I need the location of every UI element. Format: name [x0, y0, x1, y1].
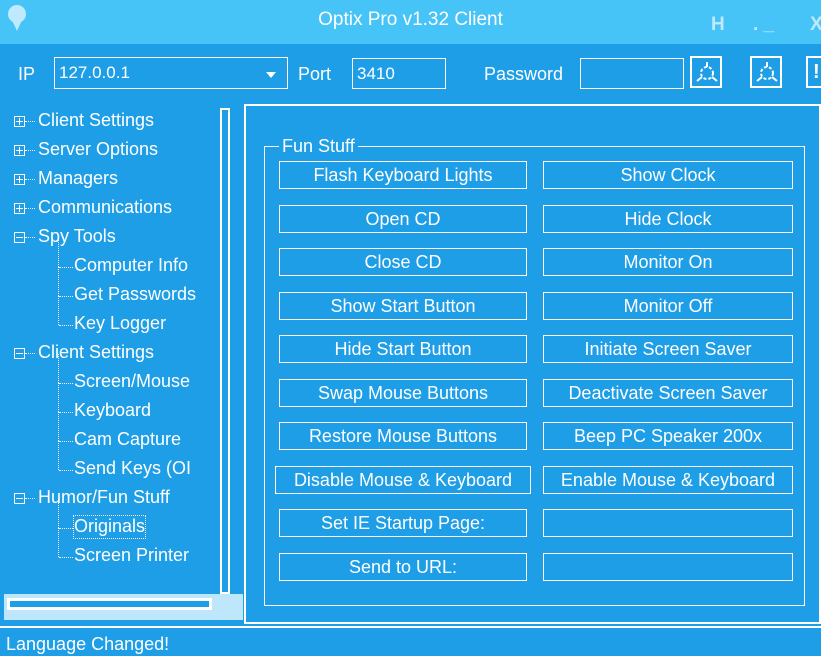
tree-connector — [25, 498, 35, 499]
tree-connector — [59, 296, 73, 297]
tree-item[interactable]: Client Settings — [38, 110, 154, 132]
password-input[interactable] — [580, 58, 684, 89]
tree-connector — [25, 208, 35, 209]
tree-connector — [58, 354, 59, 383]
sidebar-hscroll-thumb[interactable] — [7, 598, 212, 610]
tree-connector — [58, 238, 59, 267]
tree-item[interactable]: Screen/Mouse — [74, 371, 190, 393]
fun-button[interactable]: Close CD — [279, 248, 527, 276]
sidebar-vertical-scrollbar[interactable] — [213, 104, 243, 594]
fun-button[interactable]: Restore Mouse Buttons — [279, 422, 527, 450]
group-title: Fun Stuff — [279, 136, 358, 157]
tree-connector — [25, 353, 35, 354]
tree-connector — [59, 470, 73, 471]
tree-item[interactable]: Keyboard — [74, 400, 151, 422]
expand-plus-icon[interactable] — [14, 116, 25, 127]
password-label: Password — [484, 64, 564, 84]
connect-icon — [696, 62, 718, 82]
tree-item[interactable]: Managers — [38, 168, 118, 190]
port-input[interactable] — [352, 58, 446, 89]
connect-button[interactable] — [690, 56, 722, 88]
fun-button[interactable]: Set IE Startup Page: — [279, 509, 527, 537]
close-button[interactable]: X — [810, 14, 821, 36]
tree-connector — [59, 267, 73, 268]
expand-plus-icon[interactable] — [14, 174, 25, 185]
fun-button[interactable]: Swap Mouse Buttons — [279, 378, 527, 407]
tree-connector — [58, 441, 59, 470]
fun-stuff-group: Fun Stuff Flash Keyboard Lights Open CD Cl… — [264, 136, 805, 606]
expand-plus-icon[interactable] — [14, 203, 25, 214]
fun-button[interactable]: Show Clock — [543, 161, 793, 189]
fun-button[interactable]: Enable Mouse & Keyboard — [543, 465, 793, 494]
tree-item[interactable]: Computer Info — [74, 255, 188, 277]
fun-button[interactable]: Show Start Button — [279, 291, 527, 320]
sidebar-horizontal-scrollbar[interactable] — [4, 594, 243, 620]
tree-connector — [25, 150, 35, 151]
help-button[interactable]: H — [711, 14, 725, 36]
sidebar-scroll-thumb[interactable] — [220, 108, 230, 594]
fun-button[interactable]: Hide Clock — [543, 204, 793, 233]
tree-connector — [58, 412, 59, 441]
fun-button[interactable]: Flash Keyboard Lights — [279, 161, 527, 189]
info-button-label: ! — [813, 61, 820, 83]
collapse-minus-icon[interactable] — [14, 348, 25, 359]
tree-connector — [25, 121, 35, 122]
tree-connector — [59, 441, 73, 442]
fun-button[interactable]: Hide Start Button — [279, 335, 527, 363]
tree-item[interactable]: Communications — [38, 197, 172, 219]
tree-connector — [58, 499, 59, 528]
title-bar: Optix Pro v1.32 Client H . _ X — [0, 0, 821, 44]
fun-button[interactable]: Send to URL: — [279, 552, 527, 581]
disconnect-button[interactable] — [750, 56, 782, 88]
tree-connector — [59, 325, 73, 326]
status-bar: Language Changed! — [0, 626, 821, 656]
tree-item[interactable]: Originals — [72, 515, 147, 539]
fun-button[interactable]: Monitor Off — [543, 291, 793, 320]
window-title: Optix Pro v1.32 Client — [318, 9, 503, 30]
tree-connector — [58, 296, 59, 325]
tree-item[interactable]: Send Keys (OI — [74, 458, 191, 480]
tree-connector — [59, 528, 73, 529]
tree-item[interactable]: Cam Capture — [74, 429, 181, 451]
sidebar-tree[interactable]: Client Settings Server Options Managers Com… — [4, 104, 213, 594]
tree-item[interactable]: Get Passwords — [74, 284, 196, 306]
tree-item[interactable]: Server Options — [38, 139, 158, 161]
fun-button[interactable]: Deactivate Screen Saver — [543, 378, 793, 407]
tree-connector — [58, 528, 59, 557]
port-label: Port — [298, 64, 332, 84]
fun-button[interactable]: Open CD — [279, 204, 527, 233]
chevron-down-icon[interactable] — [266, 72, 276, 78]
ie-startup-input[interactable] — [543, 509, 793, 537]
tree-connector — [58, 267, 59, 296]
tree-item[interactable]: Screen Printer — [74, 545, 189, 567]
fun-button[interactable]: Monitor On — [543, 248, 793, 276]
status-text: Language Changed! — [6, 634, 170, 654]
ip-label: IP — [18, 64, 36, 84]
collapse-minus-icon[interactable] — [14, 232, 25, 243]
tree-item[interactable]: Spy Tools — [38, 226, 116, 248]
fun-button[interactable]: Beep PC Speaker 200x — [543, 422, 793, 450]
tree-item[interactable]: Client Settings — [38, 342, 154, 364]
ip-input[interactable] — [54, 57, 288, 89]
minimize-button[interactable]: . _ — [753, 14, 774, 36]
tree-connector — [59, 412, 73, 413]
fun-button[interactable]: Disable Mouse & Keyboard — [275, 465, 531, 494]
tree-connector — [59, 557, 73, 558]
collapse-minus-icon[interactable] — [14, 493, 25, 504]
tree-connector — [59, 383, 73, 384]
tree-connector — [25, 237, 35, 238]
url-input[interactable] — [543, 552, 793, 581]
tree-connector — [25, 179, 35, 180]
tree-connector — [58, 383, 59, 412]
main-panel: Fun Stuff Flash Keyboard Lights Open CD Cl… — [244, 104, 821, 624]
expand-plus-icon[interactable] — [14, 145, 25, 156]
disconnect-icon — [756, 62, 778, 82]
tree-item[interactable]: Key Logger — [74, 313, 166, 335]
info-button[interactable]: ! — [806, 56, 821, 88]
fun-button[interactable]: Initiate Screen Saver — [543, 335, 793, 363]
